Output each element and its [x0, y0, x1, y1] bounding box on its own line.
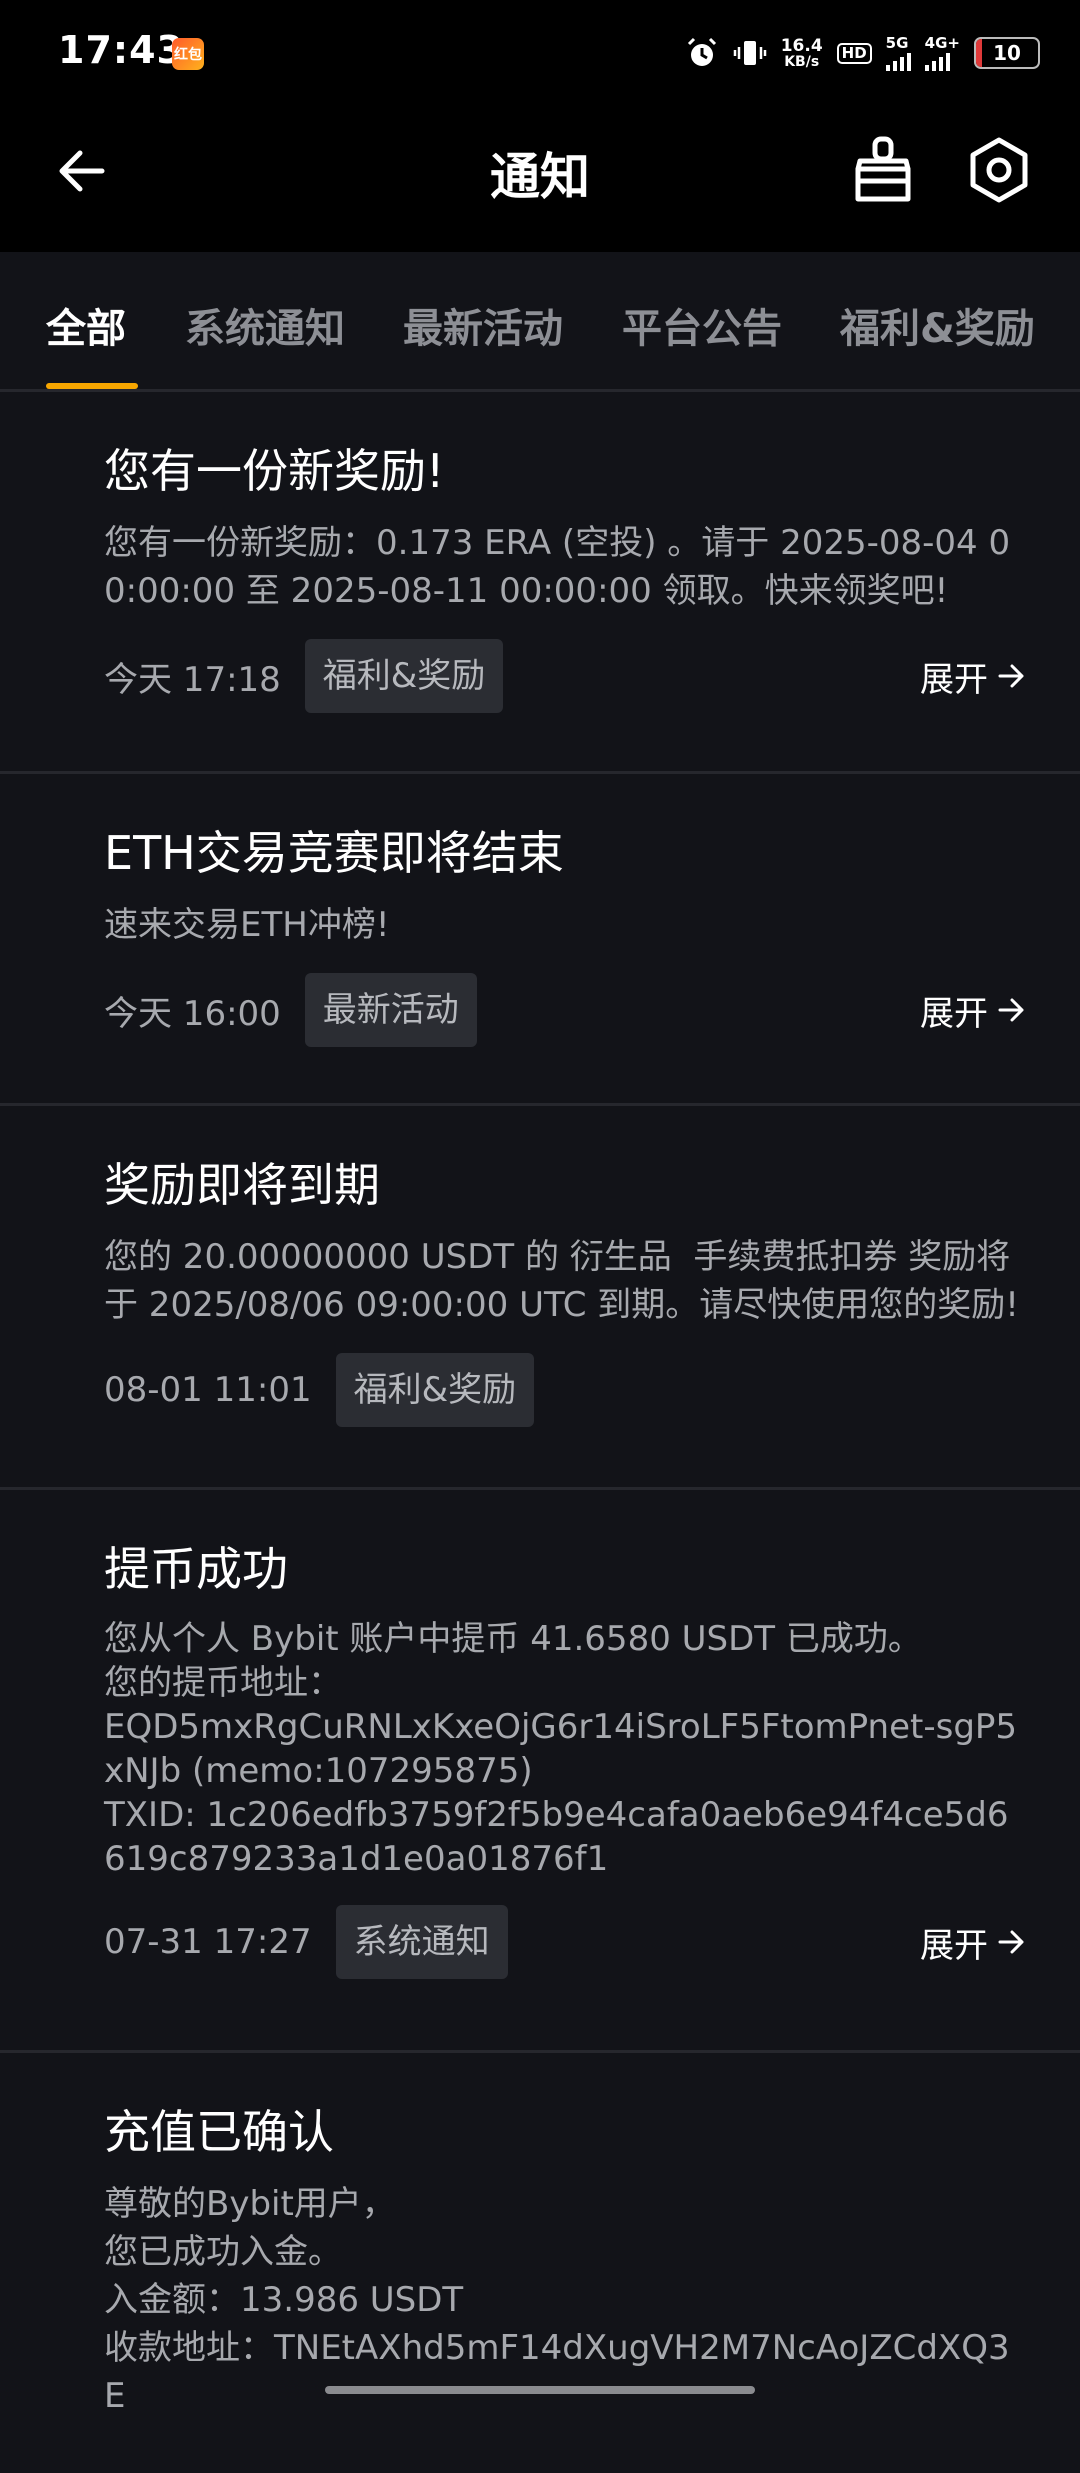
notification-body: 您有一份新奖励：0.173 ERA (空投) 。请于 2025-08-04 00…	[104, 519, 1030, 615]
tab-latest-events[interactable]: 最新活动	[403, 296, 563, 354]
clear-brush-icon[interactable]	[852, 135, 914, 205]
page-title: 通知	[490, 148, 590, 206]
sim1-signal-bars-icon	[885, 51, 911, 71]
notification-time: 07-31 17:27	[104, 1922, 312, 1963]
sim1-network-type: 5G	[885, 33, 909, 52]
expand-label: 展开	[920, 993, 988, 1034]
notification-time: 08-01 11:01	[104, 1370, 312, 1411]
notification-meta: 07-31 17:27 系统通知 展开	[104, 1905, 1030, 1980]
notification-body: 您从个人 Bybit 账户中提币 41.6580 USDT 已成功。 您的提币地…	[104, 1617, 1030, 1881]
notification-body-line: 您的 20.00000000 USDT 的 衍生品 手续费抵扣券 奖励将于 20…	[104, 1237, 1019, 1326]
notification-body-line: 您有一份新奖励：0.173 ERA (空投) 。请于 2025-08-04 00…	[104, 523, 1011, 612]
expand-button[interactable]: 展开	[920, 986, 1026, 1035]
tab-rewards[interactable]: 福利&奖励	[840, 296, 1035, 354]
home-indicator[interactable]	[325, 2386, 755, 2394]
expand-button[interactable]: 展开	[920, 1918, 1026, 1967]
notification-card[interactable]: ETH交易竞赛即将结束 速来交易ETH冲榜! 今天 16:00 最新活动 展开	[0, 774, 1080, 1106]
notification-list: 您有一份新奖励! 您有一份新奖励：0.173 ERA (空投) 。请于 2025…	[0, 392, 1080, 2473]
notification-body-line: 速来交易ETH冲榜!	[104, 905, 390, 946]
notification-title: ETH交易竞赛即将结束	[104, 826, 564, 880]
expand-label: 展开	[920, 1925, 988, 1966]
notification-card[interactable]: 奖励即将到期 您的 20.00000000 USDT 的 衍生品 手续费抵扣券 …	[0, 1106, 1080, 1490]
notification-body: 尊敬的Bybit用户， 您已成功入金。 入金额：13.986 USDT 收款地址…	[104, 2180, 1030, 2420]
category-tag: 最新活动	[304, 973, 477, 1048]
notification-card[interactable]: 充值已确认 尊敬的Bybit用户， 您已成功入金。 入金额：13.986 USD…	[0, 2053, 1080, 2473]
notification-body-line: 入金额：13.986 USDT	[104, 2280, 464, 2321]
notification-card[interactable]: 您有一份新奖励! 您有一份新奖励：0.173 ERA (空投) 。请于 2025…	[0, 392, 1080, 774]
tab-announcements[interactable]: 平台公告	[622, 296, 782, 354]
app-header: 通知	[0, 105, 1080, 252]
transaction-id: TXID: 1c206edfb3759f2f5b9e4cafa0aeb6e94f…	[104, 1795, 1009, 1880]
deposit-address: 收款地址：TNEtAXhd5mF14dXugVH2M7NcAoJZCdXQ3E	[104, 2328, 1010, 2417]
network-speed-value: 16.4	[780, 35, 823, 56]
battery-level: 10	[993, 41, 1021, 65]
notification-title: 您有一份新奖励!	[104, 444, 445, 498]
vibrate-icon	[733, 41, 766, 65]
notification-time: 今天 17:18	[104, 659, 281, 700]
notification-meta: 08-01 11:01 福利&奖励	[104, 1353, 1030, 1428]
settings-icon[interactable]	[964, 135, 1034, 205]
expand-button[interactable]: 展开	[920, 652, 1026, 701]
withdrawal-address: EQD5mxRgCuRNLxKxeOjG6r14iSroLF5FtomPnet-…	[104, 1707, 1018, 1792]
notification-body: 速来交易ETH冲榜!	[104, 901, 1030, 949]
sim2-network-type: 4G+	[924, 33, 960, 52]
alarm-icon	[687, 37, 716, 66]
network-speed-unit: KB/s	[784, 53, 820, 70]
arrow-right-icon	[998, 998, 1024, 1022]
notification-card[interactable]: 提币成功 您从个人 Bybit 账户中提币 41.6580 USDT 已成功。 …	[0, 1490, 1080, 2053]
network-speed: 16.4 KB/s	[780, 35, 823, 70]
app-notification-icon: 红包	[172, 38, 204, 70]
sim2-signal-bars-icon	[924, 51, 950, 71]
tab-all[interactable]: 全部	[46, 296, 126, 354]
notification-title: 充值已确认	[104, 2105, 334, 2159]
status-bar: 17:43 红包 16.4 KB/s HD 5G 4G+ 10	[0, 0, 1080, 105]
expand-label: 展开	[920, 659, 988, 700]
hd-voice-icon: HD	[836, 42, 872, 64]
category-tag: 福利&奖励	[304, 639, 504, 714]
sim1-signal: 5G	[885, 33, 911, 71]
notification-meta: 今天 17:18 福利&奖励 展开	[104, 639, 1030, 714]
arrow-right-icon	[998, 664, 1024, 688]
tab-system-notice[interactable]: 系统通知	[185, 296, 345, 354]
category-tabs: 全部 系统通知 最新活动 平台公告 福利&奖励	[0, 252, 1080, 392]
category-tag: 福利&奖励	[335, 1353, 535, 1428]
category-tag: 系统通知	[335, 1905, 508, 1980]
status-indicators: 16.4 KB/s HD 5G 4G+ 10	[685, 30, 1040, 76]
sim2-signal: 4G+	[924, 33, 960, 71]
notification-body-line: 尊敬的Bybit用户，	[104, 2184, 396, 2225]
notification-body-line: 您从个人 Bybit 账户中提币 41.6580 USDT 已成功。	[104, 1619, 922, 1660]
arrow-right-icon	[998, 1930, 1024, 1954]
notification-time: 今天 16:00	[104, 993, 281, 1034]
notification-title: 提币成功	[104, 1542, 288, 1596]
notification-body-line: 您已成功入金。	[104, 2232, 342, 2273]
notification-meta: 今天 16:00 最新活动 展开	[104, 973, 1030, 1048]
status-time: 17:43	[58, 28, 184, 72]
notification-title: 奖励即将到期	[104, 1158, 380, 1212]
notification-body: 您的 20.00000000 USDT 的 衍生品 手续费抵扣券 奖励将于 20…	[104, 1233, 1030, 1329]
battery-icon: 10	[974, 37, 1040, 69]
active-tab-indicator	[46, 383, 138, 389]
notification-body-line: 您的提币地址：	[104, 1663, 342, 1704]
